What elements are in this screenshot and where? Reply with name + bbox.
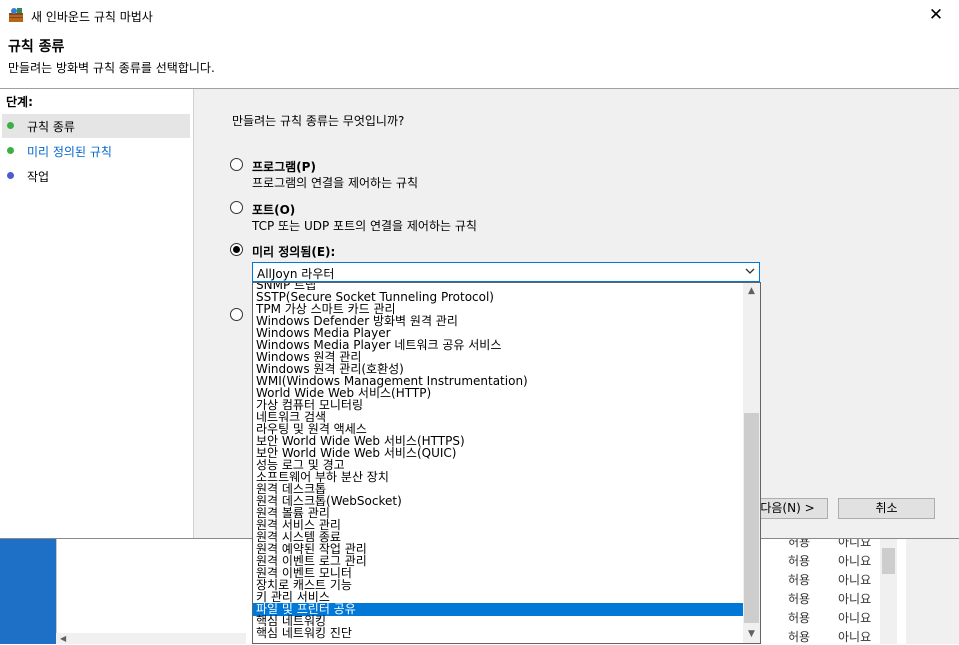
dropdown-scrollbar[interactable]: ▲ ▼ [743,283,760,643]
window-title: 새 인바운드 규칙 마법사 [31,10,153,24]
port-radio[interactable] [230,201,243,214]
custom-radio[interactable] [230,308,243,321]
cancel-button[interactable]: 취소 [838,498,935,519]
step-status-icon [7,172,14,179]
program-radio[interactable] [230,158,243,171]
rule-action-cell: 허용 [788,630,811,644]
step-label: 작업 [27,170,50,184]
rule-override-cell: 아니요 [838,592,872,606]
step-rule-type[interactable]: 규칙 종류 [2,114,190,138]
dropdown-list: SNMP 트랩 SSTP(Secure Socket Tunneling Prot… [253,283,743,643]
close-button[interactable]: ✕ [913,0,959,31]
wizard-header: 규칙 종류 만들려는 방화벽 규칙 종류를 선택합니다. [0,31,959,89]
rule-action-cell: 허용 [788,592,811,606]
background-right-pane [906,538,959,644]
step-status-icon [7,122,14,129]
program-option-desc: 프로그램의 연결을 제어하는 규칙 [252,176,419,190]
scroll-up-icon[interactable]: ▲ [743,283,760,300]
program-option-title[interactable]: 프로그램(P) [252,158,316,175]
scroll-left-icon[interactable]: ◀ [60,634,66,643]
rule-override-cell: 아니요 [838,630,872,644]
page-subtitle: 만들려는 방화벽 규칙 종류를 선택합니다. [8,61,215,75]
step-action[interactable]: 작업 [2,164,190,188]
predefined-radio[interactable] [230,243,243,256]
port-option-title[interactable]: 포트(O) [252,201,295,218]
predefined-option-title[interactable]: 미리 정의됨(E): [252,243,335,260]
rule-override-cell: 아니요 [838,611,872,625]
step-status-icon [7,147,14,154]
step-label: 규칙 종류 [27,120,75,134]
question-text: 만들려는 규칙 종류는 무엇입니까? [232,114,405,128]
background-sidebar-strip [0,538,56,644]
dropdown-item[interactable]: 핵심 네트워킹 진단 [253,627,743,640]
predefined-rule-dropdown[interactable]: SNMP 트랩 SSTP(Secure Socket Tunneling Prot… [252,282,761,644]
rule-override-cell: 아니요 [838,554,872,568]
rule-override-cell: 아니요 [838,573,872,587]
combobox-value: AllJoyn 라우터 [257,267,335,281]
step-predefined-rules[interactable]: 미리 정의된 규칙 [2,139,190,163]
dropdown-scroll-thumb[interactable] [744,413,759,623]
port-option-desc: TCP 또는 UDP 포트의 연결을 제어하는 규칙 [252,219,477,233]
rule-action-cell: 허용 [788,554,811,568]
predefined-rule-combobox[interactable]: AllJoyn 라우터 [252,262,760,282]
page-title: 규칙 종류 [8,39,65,55]
scroll-down-icon[interactable]: ▼ [743,626,760,643]
chevron-down-icon[interactable] [745,266,755,276]
title-bar: 새 인바운드 규칙 마법사 ✕ [0,0,959,31]
background-scroll-thumb[interactable] [882,548,895,574]
rule-action-cell: 허용 [788,573,811,587]
background-horizontal-scrollbar[interactable] [56,633,246,644]
steps-heading: 단계: [6,95,33,109]
steps-panel: 단계: 규칙 종류 미리 정의된 규칙 작업 [0,89,194,538]
rule-action-cell: 허용 [788,611,811,625]
firewall-wizard-icon [9,8,23,22]
step-label: 미리 정의된 규칙 [27,145,112,159]
